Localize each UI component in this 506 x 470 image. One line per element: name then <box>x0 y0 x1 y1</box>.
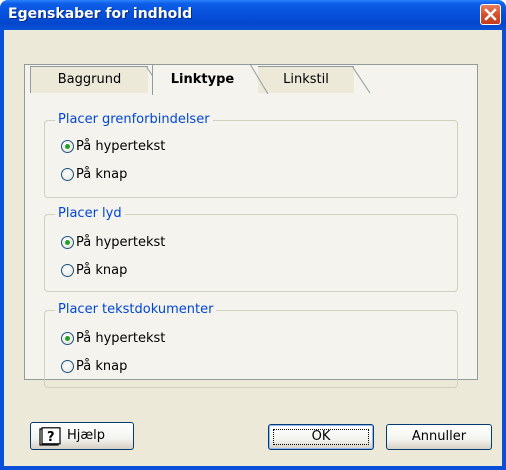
radio-label: På knap <box>76 166 128 182</box>
window-title: Egenskaber for indhold <box>8 6 193 22</box>
close-icon <box>484 8 497 21</box>
radio-button-checked[interactable] <box>61 139 74 153</box>
radio-option[interactable]: På knap <box>61 357 127 375</box>
radio-option[interactable]: På knap <box>61 261 127 279</box>
radio-label: På hypertekst <box>76 234 166 250</box>
group-legend: Placer lyd <box>55 206 125 221</box>
radio-label: På knap <box>76 262 128 278</box>
title-bar[interactable]: Egenskaber for indhold <box>0 0 506 30</box>
radio-button[interactable] <box>61 359 74 373</box>
help-button-label: Hjælp <box>67 428 106 443</box>
cancel-button-label: Annuller <box>411 429 467 444</box>
radio-button-checked[interactable] <box>61 331 74 345</box>
radio-button-checked[interactable] <box>61 235 74 249</box>
tab-linkstil[interactable]: Linkstil <box>258 66 371 94</box>
focus-rectangle <box>273 429 369 445</box>
radio-button[interactable] <box>61 167 74 181</box>
radio-option[interactable]: På hypertekst <box>61 233 165 251</box>
group-lyd: Placer lyd På hypertekst På knap <box>44 206 458 292</box>
group-grenforbindelser: Placer grenforbindelser På hypertekst På… <box>44 112 458 198</box>
tab-linktype[interactable]: Linktype <box>152 64 269 95</box>
tab-baggrund[interactable]: Baggrund <box>30 66 165 94</box>
radio-label: På hypertekst <box>76 138 166 154</box>
close-button[interactable] <box>480 4 501 25</box>
tab-label: Linktype <box>170 72 235 87</box>
radio-option[interactable]: På hypertekst <box>61 137 165 155</box>
cancel-button[interactable]: Annuller <box>386 424 492 450</box>
ok-button[interactable]: OK <box>268 424 374 450</box>
group-legend: Placer tekstdokumenter <box>55 302 217 317</box>
radio-option[interactable]: På hypertekst <box>61 329 165 347</box>
radio-label: På knap <box>76 358 128 374</box>
group-legend: Placer grenforbindelser <box>55 112 213 127</box>
radio-button[interactable] <box>61 263 74 277</box>
radio-label: På hypertekst <box>76 330 166 346</box>
tab-label: Baggrund <box>57 72 122 87</box>
help-button[interactable]: ? Hjælp <box>30 422 134 450</box>
help-book-icon: ? <box>39 427 61 446</box>
tab-label: Linkstil <box>283 72 329 87</box>
svg-text:?: ? <box>47 430 55 445</box>
group-tekstdokumenter: Placer tekstdokumenter På hypertekst På … <box>44 302 458 388</box>
radio-option[interactable]: På knap <box>61 165 127 183</box>
